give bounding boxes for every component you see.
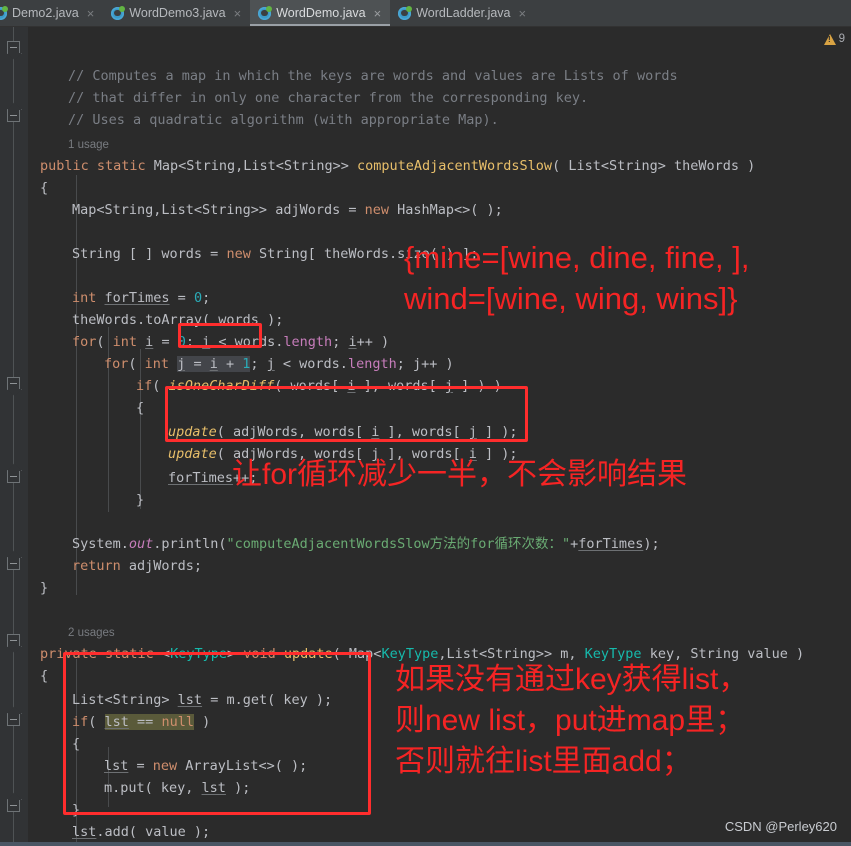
usage-hint-1[interactable]: 1 usage	[68, 133, 109, 155]
inspection-warning-count: 9	[838, 33, 845, 45]
fold-marker-collapse[interactable]	[7, 377, 20, 390]
warning-triangle-icon	[823, 33, 836, 45]
editor-tab-worddemo[interactable]: WordDemo.java ×	[250, 0, 391, 26]
java-class-icon	[111, 5, 126, 20]
editor-tab-label: WordDemo3.java	[129, 6, 226, 20]
code-line-fortimes-decl: int forTimes = 0;	[72, 290, 211, 306]
tab-close-icon[interactable]: ×	[373, 7, 383, 20]
tab-close-icon[interactable]: ×	[233, 7, 243, 20]
tab-close-icon[interactable]: ×	[86, 7, 96, 20]
editor-gutter[interactable]	[0, 27, 28, 846]
code-line-comment-1: // Computes a map in which the keys are …	[68, 68, 678, 84]
java-class-icon	[398, 5, 413, 20]
editor-tab-label: WordDemo.java	[276, 6, 366, 20]
code-line-println: System.out.println("computeAdjacentWords…	[72, 536, 660, 552]
fold-marker-expand[interactable]	[7, 557, 20, 570]
fold-marker-expand[interactable]	[7, 713, 20, 726]
annotation-loop-note: 让for循环减少一半，不会影响结果	[232, 458, 688, 491]
editor-tab-demo2[interactable]: Demo2.java ×	[0, 0, 104, 26]
fold-marker-collapse[interactable]	[7, 634, 20, 647]
code-line-comment-3: // Uses a quadratic algorithm (with appr…	[68, 112, 499, 128]
java-class-icon	[0, 5, 8, 20]
code-line-lst-get: List<String> lst = m.get( key );	[72, 692, 333, 708]
annotation-update-note-line1: 如果没有通过key获得list，	[395, 663, 749, 696]
code-line-for-inner: for( int j = i + 1; j < words.length; j+…	[104, 356, 454, 372]
code-editor[interactable]: // Computes a map in which the keys are …	[0, 27, 851, 846]
code-line-close-brace-1: }	[40, 580, 49, 596]
code-line-lst-add: lst.add( value );	[72, 824, 211, 840]
code-line-return-adjwords: return adjWords;	[72, 558, 203, 574]
code-line-toarray: theWords.toArray( words );	[72, 312, 284, 328]
annotation-update-note-line3: 否则就往list里面add；	[395, 745, 692, 778]
annotation-update-note-line2: 则new list，put进map里；	[395, 704, 746, 737]
ide-window: Demo2.java × WordDemo3.java × WordDemo.j…	[0, 0, 851, 846]
code-line-map-put: m.put( key, lst );	[104, 780, 251, 796]
code-line-adjwords-decl: Map<String,List<String>> adjWords = new …	[72, 202, 503, 218]
annotation-map-output-line2: wind=[wine, wing, wins]}	[404, 281, 738, 316]
annotation-map-output-line1: {mine=[wine, dine, fine, ],	[404, 240, 750, 275]
code-line-open-brace-4: {	[72, 736, 81, 752]
editor-tab-label: WordLadder.java	[416, 6, 511, 20]
code-line-close-brace-4: }	[72, 802, 81, 818]
bottom-strip	[0, 842, 851, 846]
fold-marker-expand[interactable]	[7, 109, 20, 122]
tab-close-icon[interactable]: ×	[518, 7, 528, 20]
code-line-if-lst-null: if( lst == null )	[72, 714, 211, 730]
code-line-comment-2: // that differ in only one character fro…	[68, 90, 589, 106]
watermark: CSDN @Perley620	[724, 819, 837, 834]
inspection-widget[interactable]: 9	[823, 33, 845, 45]
fold-marker-expand[interactable]	[7, 470, 20, 483]
code-line-signature-computeAdjacentWordsSlow: public static Map<String,List<String>> c…	[40, 158, 756, 174]
editor-tab-bar: Demo2.java × WordDemo3.java × WordDemo.j…	[0, 0, 851, 27]
code-line-for-outer: for( int i = 0; i < words.length; i++ )	[72, 334, 390, 350]
code-line-open-brace-2: {	[136, 400, 145, 416]
code-line-open-brace-3: {	[40, 668, 49, 684]
code-line-close-brace-2: }	[136, 492, 145, 508]
code-line-open-brace-1: {	[40, 180, 49, 196]
code-line-if-onechardiff: if( isOneCharDiff( words[ i ], words[ j …	[136, 378, 502, 394]
code-line-update-call-1: update( adjWords, words[ i ], words[ j ]…	[168, 424, 518, 440]
fold-marker-expand[interactable]	[7, 799, 20, 812]
editor-tab-worddemo3[interactable]: WordDemo3.java ×	[103, 0, 251, 26]
fold-marker-collapse[interactable]	[7, 41, 20, 54]
editor-tab-wordladder[interactable]: WordLadder.java ×	[390, 0, 536, 26]
usage-hint-2[interactable]: 2 usages	[68, 621, 115, 643]
java-class-icon	[258, 5, 273, 20]
code-line-lst-new-arraylist: lst = new ArrayList<>( );	[104, 758, 308, 774]
editor-tab-label: Demo2.java	[12, 6, 79, 20]
